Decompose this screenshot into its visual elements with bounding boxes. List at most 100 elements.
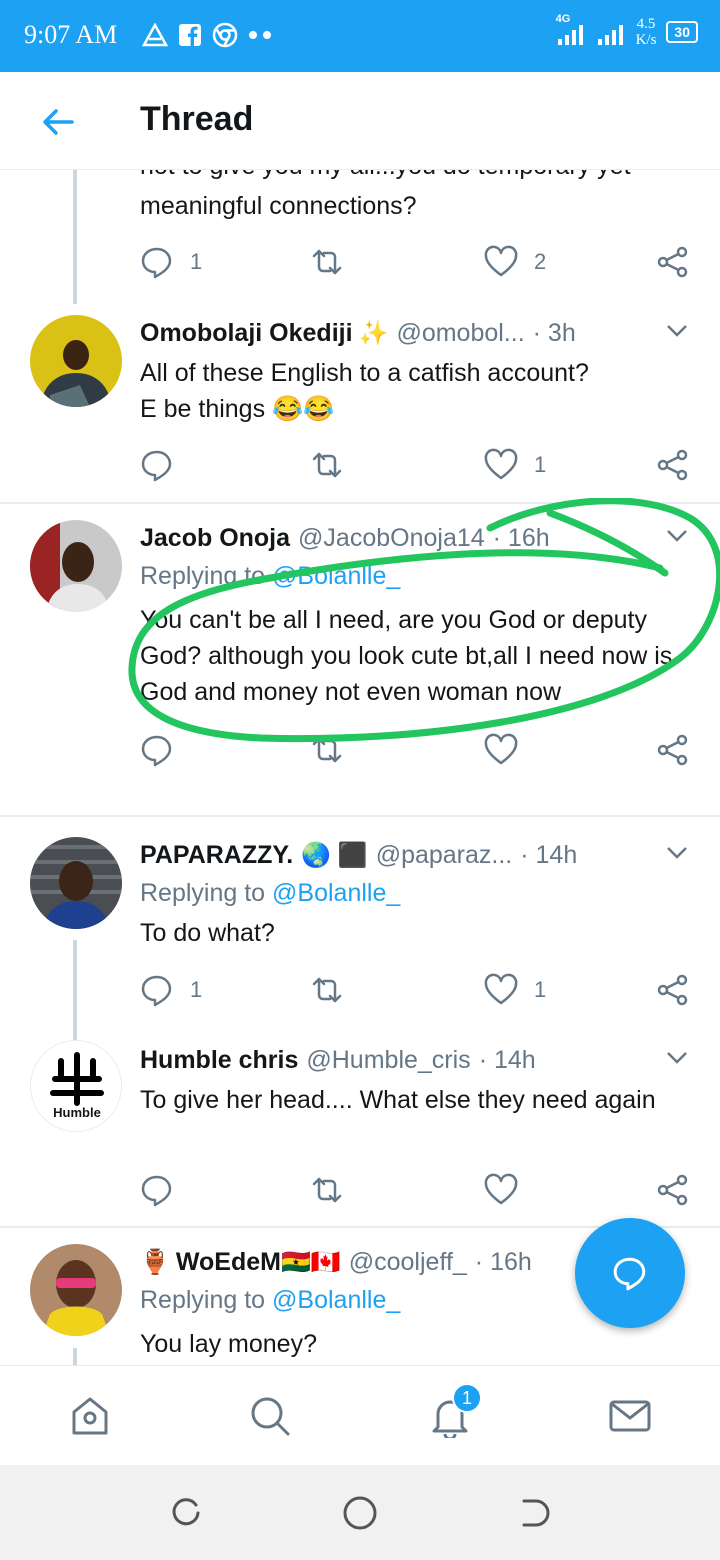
mail-icon[interactable] (608, 1394, 652, 1438)
status-right: 4G 4.5 K/s 30 (556, 13, 698, 48)
tweet-header: Humble chris @Humble_cris · 14h (140, 1042, 690, 1078)
tweet-highlighted[interactable]: Jacob Onoja @JacobOnoja14 · 16h Replying… (0, 498, 720, 814)
name-emoji: 🌏 ⬛ (301, 841, 368, 869)
back-arrow-icon[interactable] (38, 102, 78, 142)
heart-icon (484, 973, 518, 1005)
chevron-down-icon[interactable] (664, 317, 690, 343)
more-dots-icon (249, 31, 271, 39)
avatar[interactable]: Humble (30, 1040, 122, 1132)
thread-feed[interactable]: not to give you my all...you do temporar… (0, 170, 720, 1365)
compose-reply-button[interactable] (575, 1218, 685, 1328)
tweet-partial[interactable]: not to give you my all...you do temporar… (0, 170, 720, 305)
vase-emoji: 🏺 (140, 1248, 170, 1276)
back-icon[interactable] (514, 1493, 554, 1533)
user-handle[interactable]: @omobol... (396, 319, 524, 348)
like-button[interactable]: 2 (484, 242, 546, 282)
home-icon[interactable] (68, 1394, 112, 1438)
status-bar: 9:07 AM 4G 4.5 K/s 30 (0, 0, 720, 72)
like-button[interactable] (484, 730, 534, 770)
reply-icon (141, 735, 172, 767)
replying-to: Replying to @Bolanlle_ (140, 879, 400, 908)
tweet-text: meaningful connections? (140, 192, 417, 220)
signal-4g-icon: 4G (556, 13, 586, 47)
reply-button[interactable]: 1 (140, 242, 202, 282)
share-button[interactable] (656, 970, 690, 1010)
user-name[interactable]: Omobolaji Okediji (140, 319, 353, 348)
retweet-button[interactable] (310, 445, 344, 485)
share-button[interactable] (656, 1170, 690, 1210)
tweet-time: · 14h (520, 840, 578, 869)
reply-icon (141, 450, 172, 482)
mention-link[interactable]: @Bolanlle_ (272, 1286, 400, 1314)
net-speed: 4.5 K/s (636, 16, 657, 48)
chevron-down-icon[interactable] (664, 1044, 690, 1070)
signal-icon (597, 25, 623, 45)
avatar[interactable] (30, 520, 122, 612)
replying-label: Replying to (140, 1286, 266, 1314)
chevron-down-icon[interactable] (664, 839, 690, 865)
speed-unit: K/s (635, 32, 657, 48)
notification-icons (142, 22, 274, 48)
like-button[interactable]: 1 (484, 970, 546, 1010)
reply-icon (141, 1175, 172, 1207)
share-button[interactable] (656, 242, 690, 282)
tweet-text: To give her head.... What else they need… (140, 1086, 656, 1114)
reply-count: 1 (190, 977, 203, 1002)
app-bar: Thread (0, 72, 720, 170)
mention-link[interactable]: @Bolanlle_ (272, 562, 400, 590)
status-time: 9:07 AM (24, 20, 118, 49)
avatar[interactable] (30, 837, 122, 929)
reply-button[interactable] (140, 445, 190, 485)
search-icon[interactable] (248, 1394, 292, 1438)
user-name[interactable]: WoEdeM (176, 1248, 281, 1277)
retweet-button[interactable] (310, 242, 344, 282)
home-circle-icon[interactable] (340, 1493, 380, 1533)
retweet-button[interactable] (310, 1170, 344, 1210)
tweet-actions (140, 1170, 690, 1210)
facebook-icon (179, 24, 201, 46)
user-name[interactable]: Jacob Onoja (140, 524, 290, 553)
heart-icon (484, 448, 518, 480)
replying-label: Replying to (140, 562, 266, 590)
retweet-button[interactable] (310, 970, 344, 1010)
reply-button[interactable]: 1 (140, 970, 202, 1010)
like-button[interactable] (484, 1170, 534, 1210)
like-button[interactable]: 1 (484, 445, 546, 485)
user-handle[interactable]: @Humble_cris (306, 1046, 470, 1075)
tweet[interactable]: Omobolaji Okediji ✨ @omobol... · 3h All … (0, 305, 720, 503)
like-count: 1 (534, 977, 547, 1002)
page-title: Thread (140, 100, 254, 138)
avatar[interactable] (30, 315, 122, 407)
mention-link[interactable]: @Bolanlle_ (272, 879, 400, 907)
user-handle[interactable]: @paparaz... (376, 841, 513, 870)
avatar[interactable] (30, 1244, 122, 1336)
user-name[interactable]: Humble chris (140, 1046, 298, 1075)
reply-icon (141, 975, 172, 1007)
tweet-actions: 1 1 (140, 970, 690, 1010)
retweet-icon (312, 1177, 342, 1203)
tweet[interactable]: Humble Humble chris @Humble_cris · 14h T… (0, 1030, 720, 1225)
share-button[interactable] (656, 730, 690, 770)
tweet-actions: 1 (140, 445, 690, 485)
share-button[interactable] (656, 445, 690, 485)
replying-to: Replying to @Bolanlle_ (140, 562, 400, 591)
share-icon (657, 734, 688, 766)
user-name[interactable]: PAPARAZZY. (140, 841, 293, 870)
heart-icon (484, 245, 518, 277)
reply-button[interactable] (140, 730, 190, 770)
network-label: 4G (555, 13, 571, 25)
heart-icon (484, 1173, 518, 1205)
retweet-icon (312, 977, 342, 1003)
retweet-button[interactable] (310, 730, 344, 770)
tweet-text: You can't be all I need, are you God or … (140, 606, 673, 706)
user-handle[interactable]: @cooljeff_ (349, 1248, 467, 1277)
reply-button[interactable] (140, 1170, 190, 1210)
tweet-header: Omobolaji Okediji ✨ @omobol... · 3h (140, 315, 690, 351)
user-handle[interactable]: @JacobOnoja14 (298, 524, 485, 553)
retweet-icon (312, 452, 342, 478)
chevron-down-icon[interactable] (664, 522, 690, 548)
tweet-time: · 16h (492, 523, 550, 552)
share-icon (657, 1174, 688, 1206)
recents-icon[interactable] (166, 1493, 206, 1533)
tweet-text: All of these English to a catfish accoun… (140, 355, 690, 427)
